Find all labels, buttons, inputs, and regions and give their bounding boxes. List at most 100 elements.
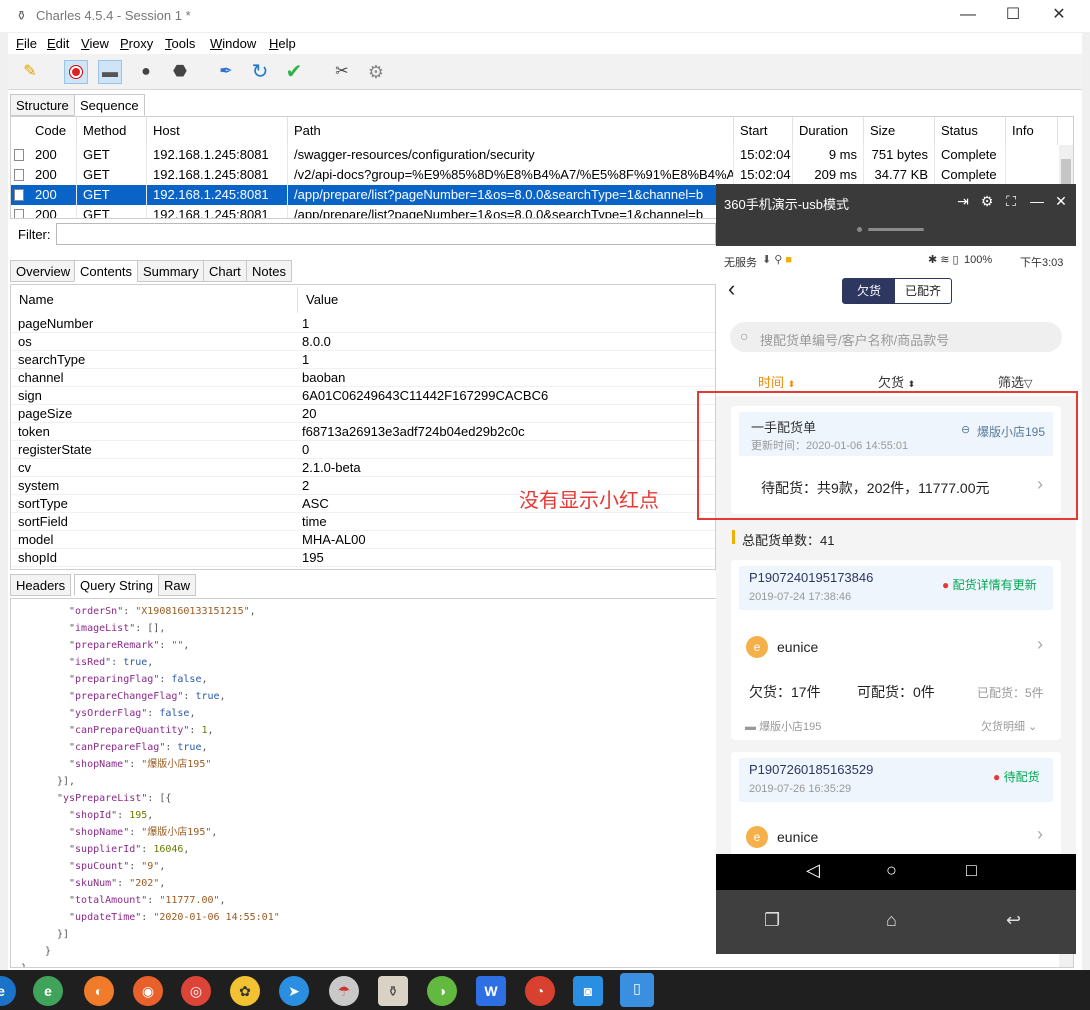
orange-app-icon[interactable]: ◐ bbox=[84, 976, 114, 1006]
breakpoint-icon[interactable]: ⬣ bbox=[168, 60, 192, 84]
toggle-owe[interactable]: 欠货 bbox=[843, 279, 895, 303]
search-row: ○ 搜配货单编号/客户名称/商品款号 bbox=[716, 310, 1076, 362]
snail-app-icon[interactable]: ◔ bbox=[525, 976, 555, 1006]
table-row[interactable]: 200 GET 192.168.1.245:8081 /v2/api-docs?… bbox=[11, 165, 1073, 185]
phone-mirror-taskbar-icon[interactable]: ▯ bbox=[620, 973, 654, 1007]
table-row[interactable]: pageSize 20 bbox=[11, 405, 715, 423]
filter-input[interactable] bbox=[56, 223, 716, 245]
color-ball-icon[interactable]: ◑ bbox=[427, 976, 457, 1006]
table-row[interactable]: sortField time bbox=[11, 513, 715, 531]
param-name: model bbox=[18, 532, 54, 547]
settings-gear-icon[interactable]: ⚙ bbox=[364, 60, 388, 84]
back-arrow-icon[interactable]: ↩ bbox=[1006, 910, 1021, 931]
menu-file[interactable]: File bbox=[16, 36, 37, 51]
wps-icon[interactable]: W bbox=[476, 976, 506, 1006]
messenger-icon[interactable]: ➤ bbox=[279, 976, 309, 1006]
browser-360-icon[interactable]: e bbox=[33, 976, 63, 1006]
nav-recents-icon[interactable]: □ bbox=[966, 860, 977, 881]
param-name: pageSize bbox=[18, 406, 73, 421]
home-icon[interactable]: ⌂ bbox=[886, 910, 897, 931]
nav-back-icon[interactable]: ◁ bbox=[806, 860, 820, 881]
nav-home-icon[interactable]: ○ bbox=[886, 860, 897, 881]
toggle-complete[interactable]: 已配齐 bbox=[895, 279, 951, 303]
owe-detail-link[interactable]: 欠货明细 ⌄ bbox=[981, 718, 1037, 734]
recent-apps-icon[interactable]: ❐ bbox=[764, 910, 780, 931]
menu-proxy[interactable]: Proxy bbox=[120, 36, 153, 51]
menu-help[interactable]: Help bbox=[269, 36, 296, 51]
menu-edit[interactable]: Edit bbox=[47, 36, 69, 51]
maximize-button[interactable]: ☐ bbox=[996, 4, 1030, 28]
col-duration[interactable]: Duration bbox=[793, 117, 864, 145]
col-size[interactable]: Size bbox=[864, 117, 935, 145]
param-name: pageNumber bbox=[18, 316, 94, 331]
table-row[interactable]: pageNumber 1 bbox=[11, 315, 715, 333]
table-row[interactable]: shopId 195 bbox=[11, 549, 715, 567]
tools-icon[interactable]: ✂ bbox=[330, 60, 354, 84]
total-orders-label: 总配货单数：41 bbox=[742, 533, 835, 548]
tab-structure[interactable]: Structure bbox=[10, 94, 75, 116]
minimize-button[interactable]: — bbox=[951, 4, 985, 28]
col-method[interactable]: Method bbox=[77, 117, 147, 145]
record-button[interactable] bbox=[64, 60, 88, 84]
back-icon[interactable]: ‹ bbox=[728, 276, 735, 302]
col-value[interactable]: Value bbox=[298, 287, 715, 313]
table-row[interactable]: registerState 0 bbox=[11, 441, 715, 459]
compose-pen-icon[interactable]: ✒ bbox=[214, 60, 238, 84]
filter-button[interactable]: 筛选▽ bbox=[998, 372, 1032, 391]
param-name: sortField bbox=[18, 514, 68, 529]
tab-summary[interactable]: Summary bbox=[137, 260, 205, 282]
edge-icon[interactable]: e bbox=[0, 976, 16, 1006]
menu-view[interactable]: View bbox=[81, 36, 109, 51]
tab-chart[interactable]: Chart bbox=[203, 260, 247, 282]
firefox-icon[interactable]: ◉ bbox=[133, 976, 163, 1006]
search-input[interactable]: 搜配货单编号/客户名称/商品款号 bbox=[760, 330, 949, 349]
json-line: "canPrepareFlag": true, bbox=[69, 742, 208, 753]
close-window-button[interactable]: ✕ bbox=[1042, 4, 1076, 28]
phone-settings-icon[interactable]: ⚙ bbox=[976, 190, 998, 212]
table-row[interactable]: searchType 1 bbox=[11, 351, 715, 369]
sort-owe-button[interactable]: 欠货 ⬍ bbox=[878, 372, 915, 391]
col-code[interactable]: Code bbox=[29, 117, 77, 145]
turtle-icon[interactable]: ● bbox=[134, 60, 158, 84]
col-path[interactable]: Path bbox=[288, 117, 734, 145]
repeat-icon[interactable]: ↻ bbox=[248, 60, 272, 84]
col-info[interactable]: Info bbox=[1006, 117, 1058, 145]
broom-clear-icon[interactable]: ✎ bbox=[18, 60, 42, 84]
col-status[interactable]: Status bbox=[935, 117, 1006, 145]
tab-notes[interactable]: Notes bbox=[246, 260, 292, 282]
menu-tools[interactable]: Tools bbox=[165, 36, 195, 51]
table-row[interactable]: model MHA-AL00 bbox=[11, 531, 715, 549]
col-name[interactable]: Name bbox=[11, 287, 298, 313]
camera-app-icon[interactable]: ◙ bbox=[573, 976, 603, 1006]
pin-icon[interactable]: ⇥ bbox=[952, 190, 974, 212]
tab-headers[interactable]: Headers bbox=[10, 574, 72, 596]
tab-query-string[interactable]: Query String bbox=[74, 574, 159, 596]
tab-sequence[interactable]: Sequence bbox=[74, 94, 145, 116]
search-box[interactable]: ○ 搜配货单编号/客户名称/商品款号 bbox=[730, 322, 1062, 352]
phone-close-icon[interactable]: ✕ bbox=[1050, 190, 1072, 212]
phone-minimize-icon[interactable]: — bbox=[1026, 190, 1048, 212]
order-card[interactable]: P1907240195173846 2019-07-24 17:38:46 ● … bbox=[731, 560, 1061, 740]
chrome-icon[interactable]: ◎ bbox=[181, 976, 211, 1006]
table-row[interactable]: token f68713a26913e3adf724b04ed29b2c0c bbox=[11, 423, 715, 441]
table-row[interactable]: channel baoban bbox=[11, 369, 715, 387]
validate-check-icon[interactable]: ✔ bbox=[282, 60, 306, 84]
jar-app-icon[interactable]: ⚱ bbox=[378, 976, 408, 1006]
throttle-icon[interactable]: ▬ bbox=[98, 60, 122, 84]
table-row[interactable]: sign 6A01C06249643C11442F167299CACBC6 bbox=[11, 387, 715, 405]
menu-window[interactable]: Window bbox=[210, 36, 256, 51]
tab-overview[interactable]: Overview bbox=[10, 260, 77, 282]
fullscreen-icon[interactable]: ⛶ bbox=[1000, 190, 1022, 212]
yellow-app-icon[interactable]: ✿ bbox=[230, 976, 260, 1006]
col-start[interactable]: Start bbox=[734, 117, 793, 145]
table-row[interactable]: os 8.0.0 bbox=[11, 333, 715, 351]
order-card[interactable]: P1907260185163529 2019-07-26 16:35:29 ● … bbox=[731, 752, 1061, 854]
col-host[interactable]: Host bbox=[147, 117, 288, 145]
sort-time-button[interactable]: 时间 ⬍ bbox=[758, 372, 795, 391]
json-line: "orderSn": "X1908160133151215", bbox=[69, 606, 256, 617]
tab-raw[interactable]: Raw bbox=[158, 574, 197, 596]
table-row[interactable]: 200 GET 192.168.1.245:8081 /swagger-reso… bbox=[11, 145, 1073, 165]
table-row[interactable]: cv 2.1.0-beta bbox=[11, 459, 715, 477]
mushroom-app-icon[interactable]: ☂ bbox=[329, 976, 359, 1006]
tab-contents[interactable]: Contents bbox=[74, 260, 139, 282]
